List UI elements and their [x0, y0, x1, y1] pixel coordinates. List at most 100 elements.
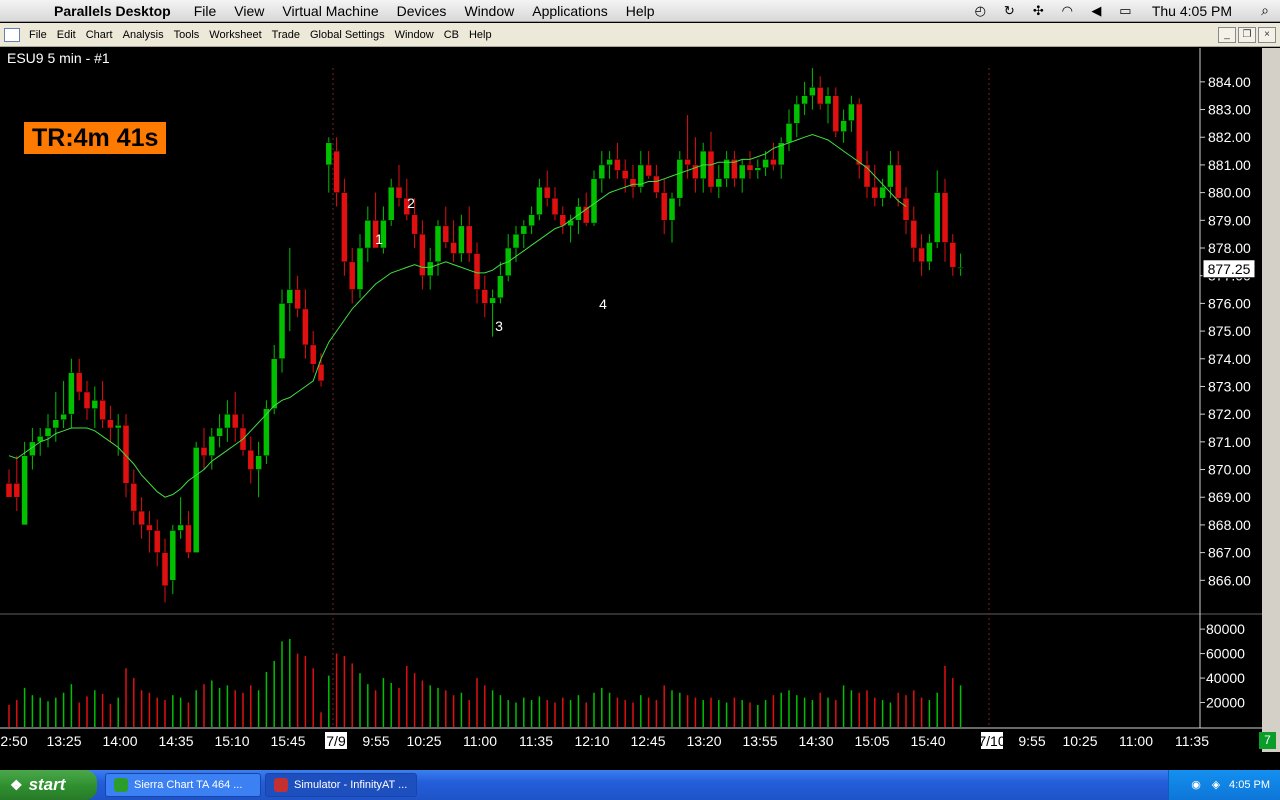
wifi-icon[interactable]: ◠: [1053, 3, 1082, 19]
windows-flag-icon: ❖: [10, 776, 23, 793]
menu-file[interactable]: File: [24, 29, 52, 41]
candle-body: [918, 247, 925, 263]
wave-annotation: 4: [599, 296, 607, 312]
chart-scrollbar[interactable]: [1262, 48, 1280, 752]
menu-chart[interactable]: Chart: [81, 29, 118, 41]
price-chart[interactable]: 884.00 883.00 882.00 881.00 880.00 879.00 878.…: [0, 48, 1262, 752]
candle-body: [941, 192, 949, 243]
menu-cb[interactable]: CB: [439, 29, 464, 41]
window-controls: _ ❐ ×: [1218, 26, 1276, 43]
mac-menu-file[interactable]: File: [185, 3, 226, 19]
menu-help[interactable]: Help: [464, 29, 497, 41]
wave-annotation: 3: [495, 318, 503, 334]
candle-body: [738, 164, 746, 180]
candle-body: [200, 447, 208, 456]
time-label: 14:35: [158, 733, 193, 749]
candle-body: [91, 400, 99, 409]
volume-tray-icon[interactable]: ◈: [1209, 778, 1223, 792]
candle-body: [317, 364, 325, 382]
taskbar-item-simulator[interactable]: Simulator - InfinityAT ...: [265, 773, 417, 797]
candle-body: [356, 247, 364, 290]
candle-body: [606, 159, 613, 166]
price-tick-label: 869.00: [1208, 489, 1251, 505]
candle-body: [512, 233, 520, 249]
time-label: 15:45: [270, 733, 305, 749]
candle-body: [263, 408, 270, 456]
time-label: 13:25: [46, 733, 81, 749]
menu-global-settings[interactable]: Global Settings: [305, 29, 390, 41]
time-label: 9:55: [1018, 733, 1045, 749]
mac-menu-window[interactable]: Window: [455, 3, 523, 19]
chart-window-icon[interactable]: [4, 27, 20, 42]
date-marker-label: 7/9: [326, 733, 346, 749]
taskbar-item-sierra-chart[interactable]: Sierra Chart TA 464 ...: [105, 773, 261, 797]
candle-body: [348, 261, 356, 290]
start-button[interactable]: ❖ start: [0, 770, 97, 800]
menu-edit[interactable]: Edit: [52, 29, 81, 41]
candle-body: [21, 455, 28, 526]
time-label: 15:10: [214, 733, 249, 749]
network-icon[interactable]: ◉: [1189, 778, 1203, 792]
battery-icon[interactable]: ▭: [1111, 3, 1140, 19]
candle-body: [99, 400, 106, 420]
chart-window[interactable]: 884.00 883.00 882.00 881.00 880.00 879.00 878.…: [0, 48, 1280, 752]
candle-body: [185, 524, 192, 553]
start-label: start: [28, 775, 66, 794]
candle-body: [598, 164, 606, 180]
mac-app-name[interactable]: Parallels Desktop: [40, 3, 185, 19]
mac-clock[interactable]: Thu 4:05 PM: [1140, 3, 1250, 19]
menu-analysis[interactable]: Analysis: [118, 29, 169, 41]
time-label: 11:35: [519, 733, 553, 749]
candle-body: [387, 186, 395, 221]
candle-body: [520, 225, 528, 235]
candle-body: [528, 214, 535, 227]
candle-body: [551, 197, 559, 216]
candle-body: [434, 225, 442, 263]
price-tick-label: 871.00: [1208, 434, 1251, 450]
price-tick-label: 875.00: [1208, 323, 1251, 339]
candle-body: [442, 225, 450, 243]
menu-tools[interactable]: Tools: [169, 29, 205, 41]
sierra-chart-icon: [114, 778, 128, 792]
mac-menu-devices[interactable]: Devices: [388, 3, 456, 19]
candle-body: [13, 483, 21, 498]
candle-body: [75, 372, 83, 393]
menu-worksheet[interactable]: Worksheet: [204, 29, 266, 41]
price-tick-label: 868.00: [1208, 517, 1251, 533]
menu-window[interactable]: Window: [390, 29, 439, 41]
windows-taskbar: ❖ start Sierra Chart TA 464 ... Simulato…: [0, 770, 1280, 800]
time-machine-icon[interactable]: ◴: [966, 3, 995, 19]
menu-trade[interactable]: Trade: [267, 29, 305, 41]
mac-menu-help[interactable]: Help: [617, 3, 664, 19]
candle-body: [411, 214, 418, 235]
candle-body: [231, 413, 239, 429]
restore-icon[interactable]: ❐: [1238, 26, 1256, 43]
candle-body: [68, 372, 75, 415]
candle-body: [286, 289, 294, 304]
bluetooth-icon[interactable]: ✣: [1024, 3, 1053, 19]
spotlight-search-icon[interactable]: ⌕: [1250, 2, 1280, 19]
close-icon[interactable]: ×: [1258, 26, 1276, 43]
candle-body: [5, 483, 13, 498]
mac-menu-applications[interactable]: Applications: [523, 3, 617, 19]
price-tick-label: 870.00: [1208, 462, 1251, 478]
wave-annotation: 1: [375, 231, 383, 247]
time-label: 12:45: [630, 733, 665, 749]
candle-body: [801, 95, 808, 105]
mac-menu-view[interactable]: View: [225, 3, 273, 19]
volume-icon[interactable]: ◀: [1082, 3, 1111, 19]
mac-menu-virtual-machine[interactable]: Virtual Machine: [273, 3, 387, 19]
candle-body: [848, 103, 855, 121]
candle-body: [614, 159, 621, 171]
candle-body: [270, 358, 278, 409]
candle-body: [933, 192, 941, 243]
tray-clock[interactable]: 4:05 PM: [1229, 779, 1270, 791]
price-tick-label: 872.00: [1208, 406, 1251, 422]
sync-icon[interactable]: ↻: [995, 3, 1024, 19]
corner-badge[interactable]: 7: [1259, 732, 1276, 749]
candle-body: [138, 510, 145, 526]
candle-body: [419, 233, 426, 276]
minimize-icon[interactable]: _: [1218, 26, 1236, 43]
time-label: 10:25: [1062, 733, 1097, 749]
price-tick-label: 880.00: [1208, 185, 1251, 201]
